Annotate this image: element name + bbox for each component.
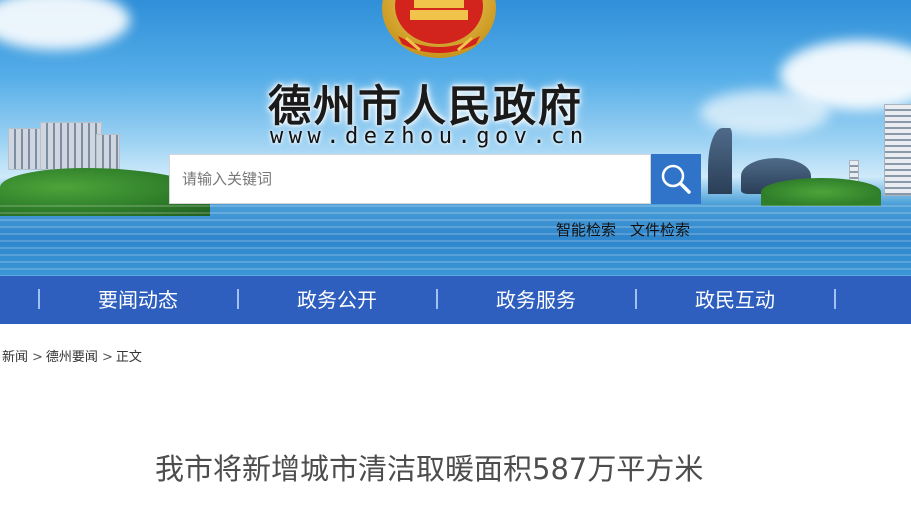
- smart-search-link[interactable]: 智能检索: [556, 221, 616, 239]
- breadcrumb-news[interactable]: 新闻: [2, 350, 28, 365]
- magnifier-icon: [661, 164, 691, 194]
- nav-item-more[interactable]: 走: [792, 276, 911, 324]
- site-title: 德州市人民政府: [268, 82, 583, 132]
- article-title: 我市将新增城市清洁取暖面积587万平方米: [155, 452, 704, 486]
- trees: [761, 178, 881, 206]
- site-domain: www.dezhou.gov.cn: [270, 124, 589, 149]
- national-emblem-icon: [382, 0, 496, 58]
- breadcrumb: 新闻 > 德州要闻 > 正文: [2, 346, 142, 365]
- breadcrumb-current: 正文: [115, 350, 142, 365]
- advanced-search-links: 智能检索 文件检索: [556, 219, 690, 239]
- curved-tower: [708, 128, 732, 194]
- nav-item-gov-affairs-open[interactable]: 政务公开: [237, 276, 437, 324]
- cloud: [0, 0, 130, 50]
- document-search-link[interactable]: 文件检索: [630, 221, 690, 239]
- breadcrumb-dezhou-news[interactable]: 德州要闻: [46, 350, 98, 365]
- main-nav: 要闻动态 政务公开 政务服务 政民互动 走: [0, 276, 911, 324]
- search-button[interactable]: [651, 154, 701, 204]
- tower: [884, 104, 911, 196]
- search-input[interactable]: [170, 155, 650, 203]
- water-reflection: [0, 205, 911, 276]
- nav-item-news[interactable]: 要闻动态: [38, 276, 238, 324]
- nav-item-gov-services[interactable]: 政务服务: [436, 276, 636, 324]
- breadcrumb-separator: >: [32, 350, 43, 365]
- breadcrumb-separator: >: [101, 350, 113, 365]
- building: [96, 134, 120, 170]
- search-box: [169, 154, 651, 204]
- building: [40, 122, 102, 170]
- header-banner: 德州市人民政府 www.dezhou.gov.cn 智能检索文件检索: [0, 0, 911, 276]
